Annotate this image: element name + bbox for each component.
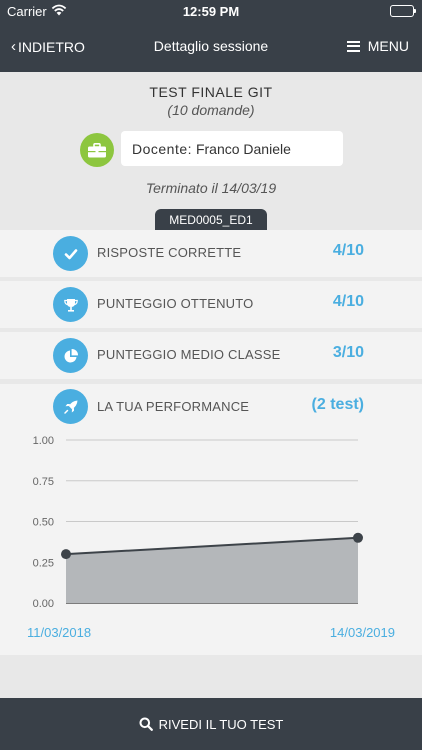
stat-label: RISPOSTE CORRETTE <box>97 245 242 260</box>
trophy-icon <box>53 287 88 322</box>
back-button[interactable]: ‹ INDIETRO <box>11 38 85 55</box>
x-tick-label: 11/03/2018 <box>27 625 91 640</box>
hamburger-icon <box>346 40 360 52</box>
check-icon <box>53 236 88 271</box>
pie-chart-icon <box>53 338 88 373</box>
status-bar: Carrier 12:59 PM <box>0 0 422 22</box>
nav-bar: ‹ INDIETRO Dettaglio sessione MENU <box>0 22 422 72</box>
test-subtitle: (10 domande) <box>167 102 255 118</box>
session-header: TEST FINALE GIT (10 domande) Docente: Fr… <box>0 72 422 230</box>
ended-date: Terminato il 14/03/19 <box>145 180 277 196</box>
teacher-name: Franco Daniele <box>195 141 291 157</box>
teacher-label: Docente: <box>132 141 193 157</box>
stat-label: PUNTEGGIO OTTENUTO <box>97 296 254 311</box>
briefcase-icon <box>80 133 114 167</box>
menu-button[interactable]: MENU <box>346 38 409 54</box>
stat-row-score-obtained: PUNTEGGIO OTTENUTO 4/10 <box>0 281 422 328</box>
stat-label: PUNTEGGIO MEDIO CLASSE <box>97 347 281 362</box>
performance-panel: LA TUA PERFORMANCE (2 test) 1.00 0.75 0.50… <box>0 384 422 655</box>
chevron-left-icon: ‹ <box>11 38 16 55</box>
stat-value: 4/10 <box>332 242 364 259</box>
menu-label: MENU <box>367 38 409 54</box>
y-tick-label: 1.00 <box>33 435 54 447</box>
y-tick-label: 0.50 <box>33 517 54 529</box>
x-tick-label: 14/03/2019 <box>330 625 395 640</box>
data-point <box>61 549 71 560</box>
battery-icon <box>390 5 416 17</box>
series-area <box>66 537 358 603</box>
stat-value: 4/10 <box>332 293 364 310</box>
teacher-field: Docente: Franco Daniele <box>121 131 343 166</box>
stat-value: 3/10 <box>332 344 364 361</box>
performance-chart: 1.00 0.75 0.50 0.25 0.00 11/03/2018 14/03/201… <box>27 435 395 640</box>
test-title: TEST FINALE GIT <box>149 84 273 100</box>
review-test-button[interactable]: RIVEDI IL TUO TEST <box>0 698 422 750</box>
y-tick-label: 0.75 <box>33 476 54 488</box>
review-test-label: RIVEDI IL TUO TEST <box>158 716 284 732</box>
y-tick-label: 0.00 <box>33 598 54 610</box>
clock: 12:59 PM <box>182 4 240 19</box>
stat-row-class-average: PUNTEGGIO MEDIO CLASSE 3/10 <box>0 332 422 379</box>
stat-row-correct-answers: RISPOSTE CORRETTE 4/10 <box>0 230 422 277</box>
data-point <box>353 532 363 543</box>
session-code-tab: MED0005_ED1 <box>155 209 267 230</box>
search-icon <box>139 717 153 731</box>
back-label: INDIETRO <box>18 38 85 55</box>
y-tick-label: 0.25 <box>33 557 54 569</box>
